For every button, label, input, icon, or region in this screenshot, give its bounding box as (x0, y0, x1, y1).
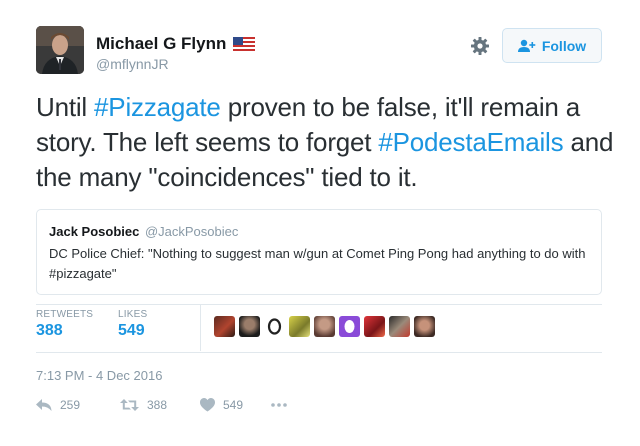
more-button[interactable] (270, 402, 288, 408)
retweets-stat[interactable]: RETWEETS 388 (36, 309, 93, 340)
reply-count: 259 (60, 398, 81, 412)
follow-button[interactable]: Follow (502, 28, 602, 63)
liker-avatar[interactable] (339, 316, 360, 337)
avatar[interactable] (36, 26, 84, 74)
liker-avatar[interactable] (414, 316, 435, 337)
tweet-actions: 259 388 549 (36, 398, 288, 412)
divider (36, 352, 602, 353)
liker-avatar[interactable] (264, 316, 285, 337)
liker-avatar[interactable] (314, 316, 335, 337)
more-options-icon (271, 403, 287, 407)
likes-label: LIKES (118, 309, 148, 320)
like-count: 549 (223, 398, 244, 412)
follow-button-label: Follow (541, 37, 587, 54)
liker-avatar[interactable] (289, 316, 310, 337)
profile-name[interactable]: Michael G Flynn (96, 34, 256, 54)
liker-avatar[interactable] (214, 316, 235, 337)
divider (36, 304, 602, 305)
likes-stat[interactable]: LIKES 549 (118, 309, 147, 340)
retweet-icon (120, 399, 139, 411)
retweets-value[interactable]: 388 (36, 322, 93, 340)
quote-author-name: Jack Posobiec (49, 224, 140, 239)
us-flag-icon (233, 37, 256, 51)
tweet-timestamp[interactable]: 7:13 PM - 4 Dec 2016 (36, 368, 162, 383)
quote-author: Jack Posobiec @JackPosobiec (49, 224, 238, 239)
reply-button[interactable]: 259 (36, 398, 94, 412)
tweet-text: Until #Pizzagate proven to be false, it'… (36, 90, 616, 195)
likes-value[interactable]: 549 (118, 322, 147, 340)
profile-handle[interactable]: @mflynnJR (96, 56, 169, 72)
liker-avatar[interactable] (364, 316, 385, 337)
profile-name-text[interactable]: Michael G Flynn (96, 34, 226, 53)
stats-separator (200, 305, 201, 351)
avatar-photo (36, 26, 84, 74)
hashtag-link-pizzagate[interactable]: #Pizzagate (94, 92, 221, 122)
quote-text: DC Police Chief: "Nothing to suggest man… (49, 246, 586, 281)
retweet-button[interactable]: 388 (120, 398, 186, 412)
liker-avatar[interactable] (389, 316, 410, 337)
hashtag-link-podestaemails[interactable]: #PodestaEmails (378, 127, 563, 157)
add-user-icon (517, 39, 536, 52)
like-button[interactable]: 549 (200, 398, 258, 412)
quoted-tweet[interactable]: Jack Posobiec @JackPosobiec DC Police Ch… (36, 209, 602, 295)
liker-avatar[interactable] (239, 316, 260, 337)
retweets-label: RETWEETS (36, 309, 94, 320)
gear-icon[interactable] (470, 36, 490, 56)
heart-icon (200, 398, 215, 412)
reply-icon (36, 399, 52, 411)
liker-avatars (214, 316, 435, 337)
retweet-count: 388 (147, 398, 168, 412)
tweet-text-segment: Until (36, 92, 95, 122)
quote-author-handle: @JackPosobiec (144, 224, 239, 239)
